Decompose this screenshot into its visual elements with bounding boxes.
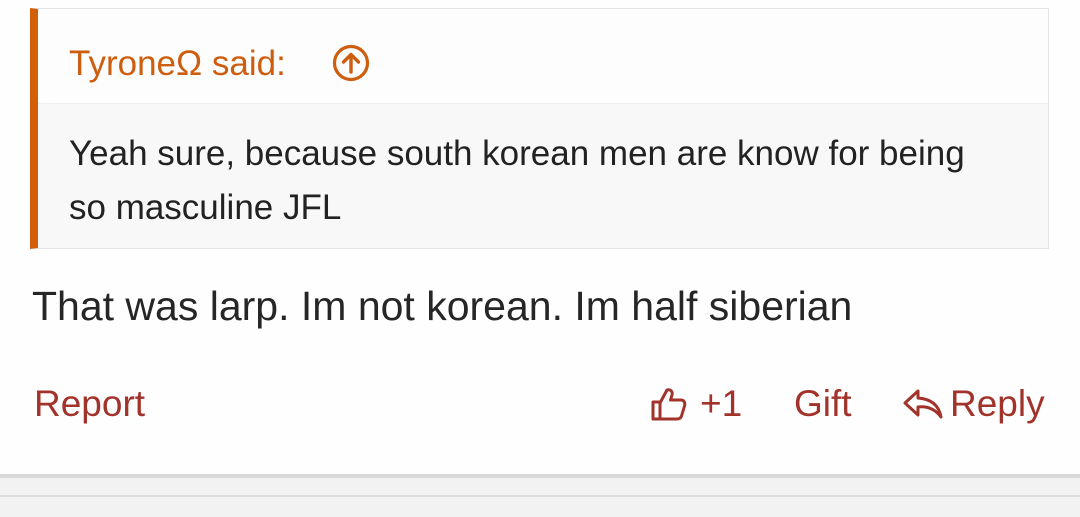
quoted-message: TyroneΩ said: Yeah sure, because south k… <box>30 8 1049 249</box>
post-message-text: That was larp. Im not korean. Im half si… <box>32 283 853 329</box>
like-count: +1 <box>700 383 743 424</box>
report-link[interactable]: Report <box>34 381 145 427</box>
gift-button[interactable]: Gift <box>794 381 852 427</box>
quote-body-text: Yeah sure, because south korean men are … <box>69 134 965 227</box>
quote-author-label[interactable]: TyroneΩ said: <box>69 42 286 86</box>
thumbs-up-icon <box>651 388 687 421</box>
like-button[interactable]: +1 <box>650 381 742 427</box>
next-post-edge <box>0 478 1080 517</box>
arrow-circle-up-icon[interactable] <box>332 44 370 82</box>
post-card: TyroneΩ said: Yeah sure, because south k… <box>0 0 1080 475</box>
reply-arrow-icon <box>903 389 943 419</box>
reply-button[interactable]: Reply <box>902 381 1045 427</box>
quote-header: TyroneΩ said: <box>38 9 1048 104</box>
next-post-divider <box>0 495 1080 497</box>
reply-label: Reply <box>950 383 1045 424</box>
